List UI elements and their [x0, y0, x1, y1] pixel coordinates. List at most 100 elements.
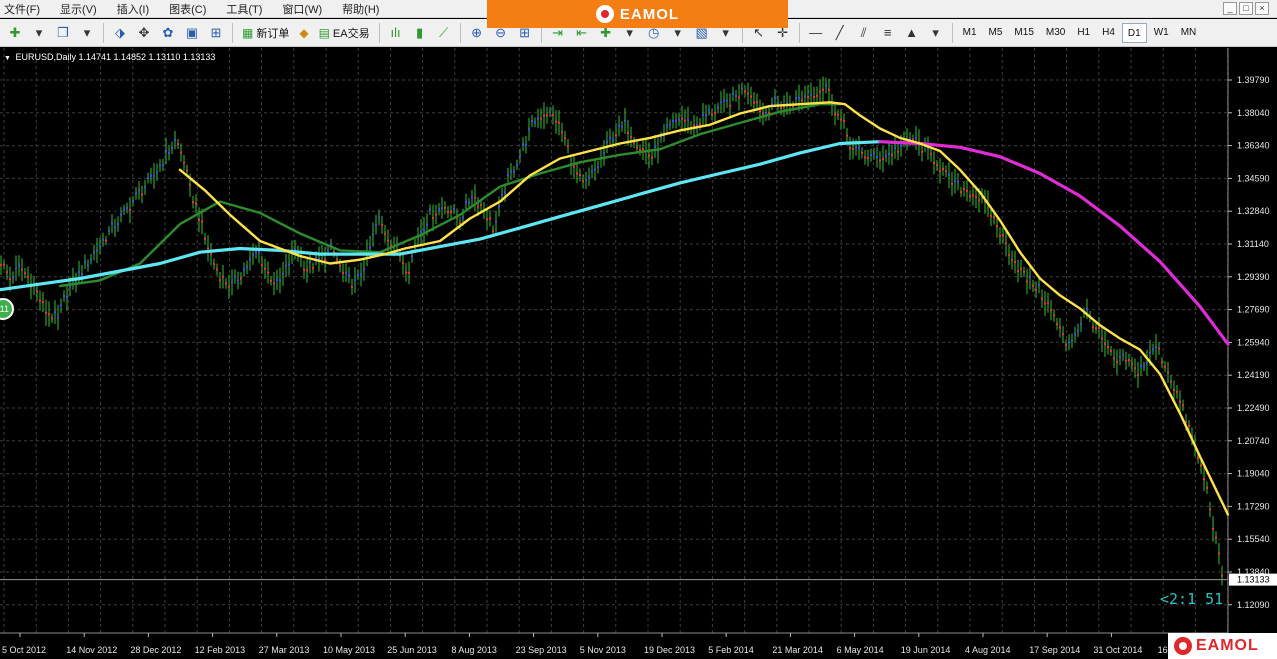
menu-insert[interactable]: 插入(I) — [109, 1, 161, 17]
signal-dot — [27, 275, 29, 278]
signal-dot — [1059, 326, 1061, 329]
signal-dot — [810, 93, 812, 96]
strategy-tester-icon[interactable]: ⊞ — [205, 22, 227, 44]
signal-dot — [972, 194, 974, 197]
signal-dot — [1176, 390, 1178, 393]
new-order-label: 新订单 — [256, 27, 290, 40]
dropdown-arrow-icon[interactable]: ▾ — [28, 22, 50, 44]
signal-dot — [510, 170, 512, 173]
fibonacci-icon[interactable]: ≡ — [877, 22, 899, 44]
menu-view[interactable]: 显示(V) — [52, 1, 109, 17]
signal-dot — [66, 296, 68, 299]
timeframe-m30[interactable]: M30 — [1041, 23, 1070, 43]
shapes-icon[interactable]: ▲ — [901, 22, 923, 44]
signal-dot — [669, 123, 671, 126]
signal-dot — [381, 223, 383, 226]
signal-dot — [111, 222, 113, 225]
price-chart[interactable]: ▼ EURUSD,Daily 1.14741 1.14852 1.13110 1… — [0, 48, 1277, 659]
close-button[interactable]: × — [1255, 2, 1269, 15]
signal-dot — [90, 258, 92, 261]
horizontal-line-icon[interactable]: — — [805, 22, 827, 44]
signal-dot — [870, 154, 872, 157]
y-tick-label: 1.20740 — [1237, 436, 1270, 446]
dropdown-arrow-icon[interactable]: ▾ — [76, 22, 98, 44]
timeframe-h4[interactable]: H4 — [1097, 23, 1120, 43]
signal-dot — [243, 268, 245, 271]
terminal-icon[interactable]: ▣ — [181, 22, 203, 44]
signal-dot — [201, 220, 203, 223]
timeframe-w1[interactable]: W1 — [1149, 23, 1174, 43]
profiles-icon[interactable]: ❐ — [52, 22, 74, 44]
signal-dot — [843, 120, 845, 123]
zoom-in-icon[interactable]: ⊕ — [466, 22, 488, 44]
signal-dot — [816, 94, 818, 97]
signal-dot — [93, 251, 95, 254]
signal-dot — [609, 136, 611, 139]
signal-dot — [552, 114, 554, 117]
signal-dot — [546, 114, 548, 117]
signal-dot — [123, 208, 125, 211]
signal-dot — [198, 218, 200, 221]
market-watch-icon[interactable]: ⬗ — [109, 22, 131, 44]
x-tick-label: 25 Jun 2013 — [387, 645, 437, 655]
minimize-button[interactable]: _ — [1223, 2, 1237, 15]
signal-dot — [573, 165, 575, 168]
signal-dot — [822, 88, 824, 91]
x-tick-label: 31 Oct 2014 — [1093, 645, 1142, 655]
timeframe-h1[interactable]: H1 — [1072, 23, 1095, 43]
new-order-button[interactable]: ▦ 新订单 — [238, 22, 293, 44]
restore-button[interactable]: □ — [1239, 2, 1253, 15]
signal-dot — [1125, 359, 1127, 362]
menu-file[interactable]: 文件(F) — [0, 1, 52, 17]
signal-dot — [240, 277, 242, 280]
signal-dot — [1065, 344, 1067, 347]
x-tick-label: 4 Aug 2014 — [965, 645, 1011, 655]
candlestick-icon[interactable]: ▮ — [409, 22, 431, 44]
signal-dot — [537, 117, 539, 120]
signal-dot — [3, 263, 5, 266]
equidistant-channel-icon[interactable]: ⫽ — [853, 22, 875, 44]
signal-dot — [642, 148, 644, 151]
signal-dot — [432, 216, 434, 219]
timeframe-m1[interactable]: M1 — [958, 23, 982, 43]
signal-dot — [423, 228, 425, 231]
signal-dot — [1050, 309, 1052, 312]
new-chart-icon[interactable]: ✚ — [4, 22, 26, 44]
metaeditor-icon: ◆ — [299, 25, 309, 40]
signal-dot — [867, 157, 869, 160]
navigator-icon[interactable]: ✥ — [133, 22, 155, 44]
menu-help[interactable]: 帮助(H) — [334, 1, 391, 17]
signal-dot — [618, 124, 620, 127]
timeframe-m15[interactable]: M15 — [1009, 23, 1038, 43]
timeframe-d1[interactable]: D1 — [1121, 22, 1147, 43]
ea-trade-button[interactable]: ▤ EA交易 — [315, 22, 374, 44]
dropdown-arrow-icon[interactable]: ▾ — [925, 22, 947, 44]
signal-dot — [246, 266, 248, 269]
favorites-icon[interactable]: ✿ — [157, 22, 179, 44]
brand-text-corner: EAMOL — [1196, 637, 1259, 654]
signal-dot — [480, 204, 482, 207]
signal-dot — [588, 175, 590, 178]
timeframe-m5[interactable]: M5 — [984, 23, 1008, 43]
ma-short-line — [178, 101, 1230, 516]
line-chart-icon[interactable]: ⟋ — [433, 22, 455, 44]
menu-charts[interactable]: 图表(C) — [161, 1, 218, 17]
x-tick-label: 19 Jun 2014 — [901, 645, 951, 655]
signal-dot — [1218, 552, 1220, 555]
collapse-triangle-icon[interactable]: ▼ — [4, 55, 11, 62]
bar-chart-icon[interactable]: ılı — [385, 22, 407, 44]
signal-dot — [354, 278, 356, 281]
x-tick-label: 17 Sep 2014 — [1029, 645, 1080, 655]
signal-dot — [897, 150, 899, 153]
signal-dot — [801, 99, 803, 102]
trendline-icon[interactable]: ╱ — [829, 22, 851, 44]
signal-dot — [78, 271, 80, 274]
menu-window[interactable]: 窗口(W) — [274, 1, 334, 17]
timeframe-mn[interactable]: MN — [1176, 23, 1202, 43]
signal-dot — [444, 206, 446, 209]
signal-dot — [363, 268, 365, 271]
signal-dot — [930, 153, 932, 156]
menu-tools[interactable]: 工具(T) — [218, 1, 274, 17]
x-tick-label: 8 Aug 2013 — [451, 645, 497, 655]
metaeditor-button[interactable]: ◆ — [295, 22, 312, 44]
